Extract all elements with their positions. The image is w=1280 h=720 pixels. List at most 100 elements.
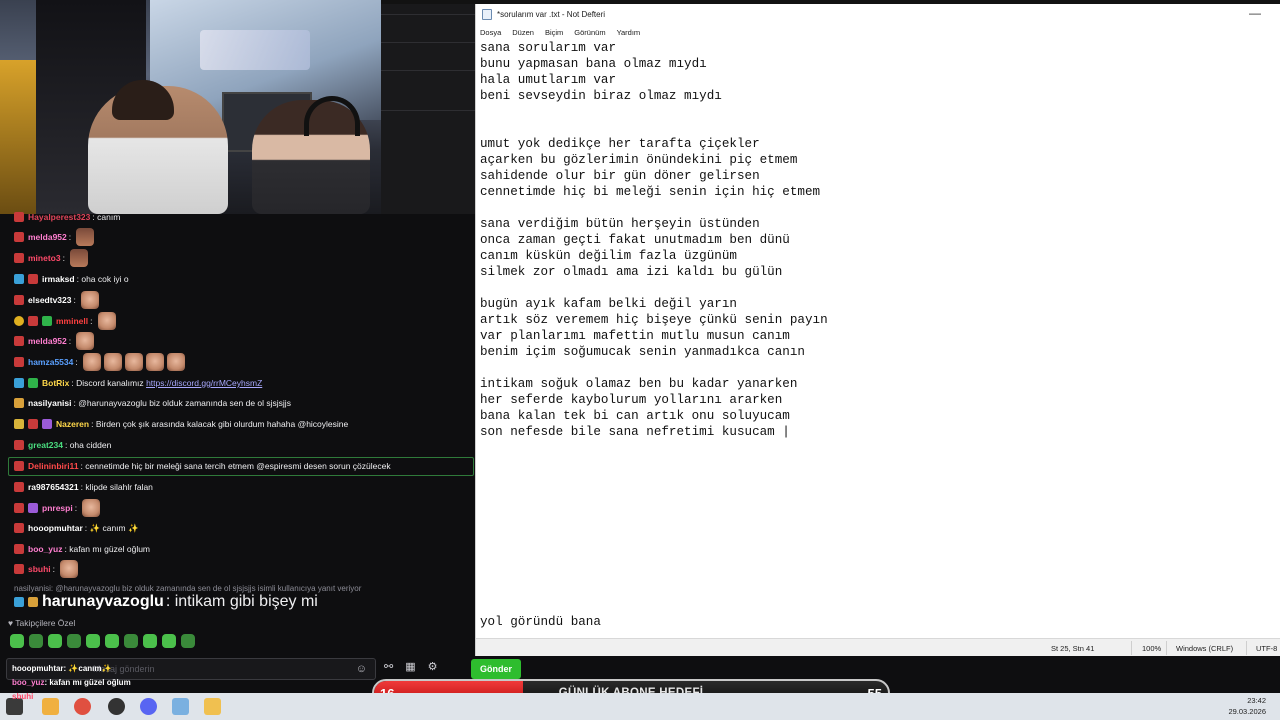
text-line: cennetimde hiç bi meleği senin için hiç … <box>480 185 821 199</box>
emote-icon <box>60 560 79 578</box>
chat-username[interactable]: irmaksd <box>42 274 75 284</box>
gear-icon[interactable]: ⚙ <box>428 660 438 673</box>
chat-username[interactable]: great234 <box>28 440 63 450</box>
chrome-icon[interactable] <box>74 698 91 715</box>
obs-icon[interactable] <box>108 698 125 715</box>
text-line <box>480 360 1270 376</box>
chat-username[interactable]: melda952 <box>28 336 67 346</box>
chat-message[interactable]: Nazeren: Birden çok şık arasında kalacak… <box>14 415 348 433</box>
text-line: var planlarımı mafettin mutlu musun canı… <box>480 329 790 343</box>
chat-username[interactable]: pnrespi <box>42 503 73 513</box>
emote-icon <box>82 499 101 517</box>
emote-icon[interactable] <box>86 634 100 648</box>
overlay-chat-line: hooopmuhtar: ✨canım✨ <box>12 664 111 673</box>
chat-message[interactable]: elsedtv323: <box>14 291 100 309</box>
minimize-icon[interactable]: — <box>1249 6 1261 20</box>
emote-icon[interactable] <box>162 634 176 648</box>
folder-icon[interactable] <box>42 698 59 715</box>
menu-item[interactable]: Dosya <box>480 28 501 37</box>
notepad-taskbar-icon[interactable] <box>172 698 189 715</box>
chat-username[interactable]: mminell <box>56 316 88 326</box>
chat-message[interactable]: nasilyanisi: @harunayvazoglu biz olduk z… <box>14 394 291 412</box>
mod-badge-icon <box>14 482 24 492</box>
emote-icon[interactable] <box>48 634 62 648</box>
notepad-titlebar[interactable]: *sorularım var .txt - Not Defteri — <box>476 4 1280 24</box>
chat-message[interactable]: great234: oha cidden <box>14 436 111 454</box>
menu-item[interactable]: Yardım <box>617 28 641 37</box>
crown-badge-icon <box>14 419 24 429</box>
emote-icon[interactable] <box>124 634 138 648</box>
explorer-icon[interactable] <box>204 698 221 715</box>
discord-icon[interactable] <box>140 698 157 715</box>
emote-icon[interactable] <box>181 634 195 648</box>
text-line: canım küskün değilim fazla üzgünüm <box>480 249 737 263</box>
chat-separator: : <box>68 232 74 242</box>
text-line: son nefesde bile sana nefretimi kusucam … <box>480 425 790 439</box>
emote-icon[interactable] <box>29 634 43 648</box>
chat-separator: : <box>62 253 68 263</box>
mod-badge-icon <box>14 544 24 554</box>
green-badge-icon <box>28 378 38 388</box>
chat-username[interactable]: BotRix <box>42 378 69 388</box>
chat-message[interactable]: mminell: <box>14 312 116 330</box>
chat-message[interactable]: hamza5534: <box>14 353 186 371</box>
highlighted-message-frame <box>8 457 474 476</box>
chat-username[interactable]: elsedtv323 <box>28 295 71 305</box>
emote-icon[interactable] <box>67 634 81 648</box>
emote-icon[interactable] <box>105 634 119 648</box>
reply-message[interactable]: harunayvazoglu: intikam gibi bişey mi <box>14 593 318 611</box>
text-line: artık söz veremem hiç bişeye çünkü senin… <box>480 313 828 327</box>
chat-username[interactable]: Nazeren <box>56 419 89 429</box>
menu-item[interactable]: Biçim <box>545 28 563 37</box>
emote-icon <box>81 291 100 309</box>
clock-date: 29.03.2026 <box>1228 707 1266 716</box>
chat-message[interactable]: Hayalperest323: canım <box>14 208 120 226</box>
notepad-menubar: Dosya Düzen Biçim Görünüm Yardım <box>476 24 1280 40</box>
chat-username[interactable]: hooopmuhtar <box>28 523 83 533</box>
chat-message[interactable]: ra987654321: klipde silahlr falan <box>14 478 153 496</box>
emote-icon <box>97 312 116 330</box>
chat-username[interactable]: melda952 <box>28 232 67 242</box>
chat-username[interactable]: Hayalperest323 <box>28 212 90 222</box>
chat-username[interactable]: sbuhi <box>28 564 51 574</box>
send-button[interactable]: Gönder <box>471 659 521 679</box>
text-line: bana kalan tek bi can artık onu soluyuca… <box>480 409 790 423</box>
chat-username[interactable]: hamza5534 <box>28 357 73 367</box>
mod-badge-icon <box>14 523 24 533</box>
chat-message[interactable]: hooopmuhtar: ✨ canım ✨ <box>14 519 139 537</box>
chat-message[interactable]: BotRix: Discord kanalımız https://discor… <box>14 374 262 392</box>
chat-message[interactable]: pnrespi: <box>14 499 101 517</box>
link-icon[interactable]: ⚯ <box>384 660 393 673</box>
chat-message[interactable]: sbuhi: <box>14 560 79 578</box>
emoji-icon[interactable]: ☺ <box>356 663 367 675</box>
chat-username[interactable]: nasilyanisi <box>28 398 71 408</box>
emote-icon[interactable] <box>10 634 24 648</box>
chat-username[interactable]: mineto3 <box>28 253 61 263</box>
text-line: açarken bu gözlerimin önündekini piç etm… <box>480 153 798 167</box>
line-ending: Windows (CRLF) <box>1176 644 1234 653</box>
text-line: sana verdiğim bütün herşeyin üstünden <box>480 217 760 231</box>
yellow-badge-icon <box>14 316 24 326</box>
menu-item[interactable]: Görünüm <box>574 28 605 37</box>
menu-item[interactable]: Düzen <box>512 28 534 37</box>
notepad-text-area[interactable]: sana sorularım var bunu yapmasan bana olm… <box>480 40 1270 630</box>
store-icon[interactable]: ▦ <box>405 660 415 673</box>
chat-username[interactable]: ra987654321 <box>28 482 79 492</box>
discord-link[interactable]: https://discord.gg/rrMCeyhsmZ <box>146 378 262 388</box>
chat-message[interactable]: melda952: <box>14 332 95 350</box>
text-line: beni sevseydin biraz olmaz mıydı <box>480 89 722 103</box>
taskbar-clock[interactable]: 23:42 29.03.2026 <box>1228 695 1266 717</box>
chat-message[interactable]: mineto3: <box>14 249 89 267</box>
chat-message[interactable]: boo_yuz: kafan mı güzel oğlum <box>14 540 150 558</box>
vip-badge-icon <box>14 597 24 607</box>
mod-badge-icon <box>14 357 24 367</box>
reply-username[interactable]: harunayvazoglu <box>42 593 164 611</box>
chat-message[interactable]: irmaksd: oha cok iyi o <box>14 270 129 288</box>
overlay-chat-line: sbuhi <box>12 692 33 701</box>
notepad-bottom-line: yol göründü bana <box>480 615 601 629</box>
emote-icon[interactable] <box>143 634 157 648</box>
mod-badge-icon <box>14 336 24 346</box>
chat-message[interactable]: melda952: <box>14 228 95 246</box>
chat-username[interactable]: boo_yuz <box>28 544 62 554</box>
text-line <box>480 120 1270 136</box>
